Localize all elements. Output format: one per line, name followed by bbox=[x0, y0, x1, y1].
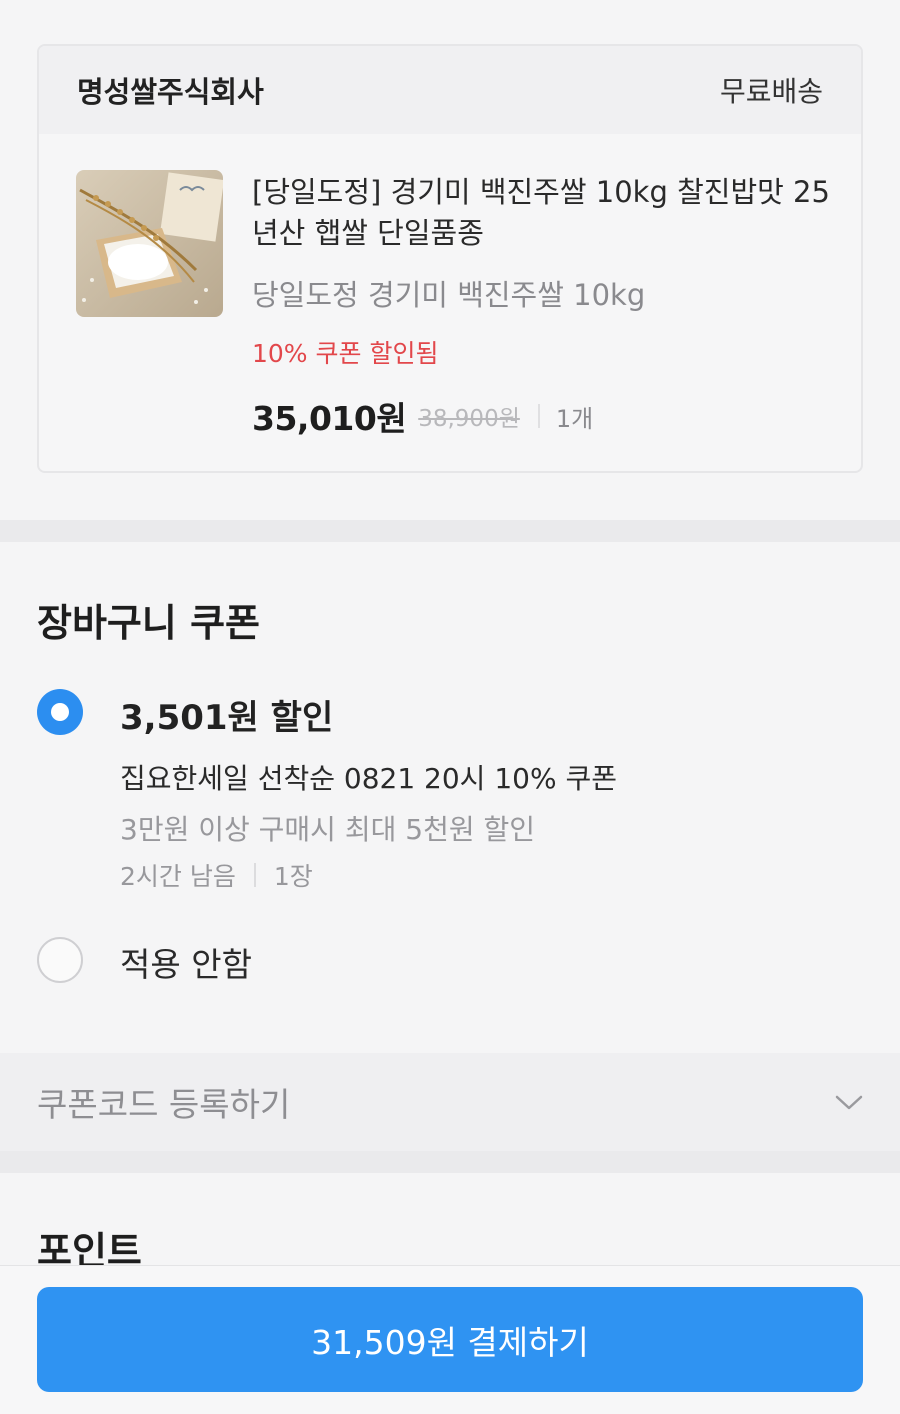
product-title[interactable]: [당일도정] 경기미 백진주쌀 10kg 찰진밥맛 25년산 햅쌀 단일품종 bbox=[252, 172, 842, 254]
coupon-radio-selected[interactable] bbox=[37, 689, 83, 735]
quantity: 1개 bbox=[555, 404, 594, 433]
seller-card: 명성쌀주식회사 무료배송 [당일도정] 경기미 백진주쌀 10kg 찰진밥맛 2… bbox=[37, 44, 863, 473]
bottom-bar: 31,509원 결제하기 bbox=[0, 1265, 900, 1414]
coupon-meta: 2시간 남음 1장 bbox=[120, 857, 313, 893]
coupon-condition: 3만원 이상 구매시 최대 5천원 할인 bbox=[120, 813, 536, 846]
sale-price: 35,010원 bbox=[252, 399, 407, 438]
divider bbox=[253, 863, 256, 887]
section-divider bbox=[0, 1151, 900, 1173]
chevron-down-icon bbox=[835, 1095, 863, 1110]
product-option: 당일도정 경기미 백진주쌀 10kg bbox=[252, 278, 646, 312]
coupon-count: 1장 bbox=[273, 862, 313, 891]
coupon-code-label: 쿠폰코드 등록하기 bbox=[37, 1085, 291, 1124]
price-row: 35,010원 38,900원 1개 bbox=[252, 392, 593, 440]
shipping-badge: 무료배송 bbox=[719, 75, 823, 108]
coupon-code-toggle[interactable]: 쿠폰코드 등록하기 bbox=[0, 1053, 900, 1151]
coupon-applied-label: 10% 쿠폰 할인됨 bbox=[252, 339, 439, 368]
seller-header: 명성쌀주식회사 무료배송 bbox=[39, 46, 861, 134]
section-divider bbox=[0, 520, 900, 542]
product-item: [당일도정] 경기미 백진주쌀 10kg 찰진밥맛 25년산 햅쌀 단일품종 당… bbox=[39, 134, 861, 471]
product-thumbnail[interactable] bbox=[76, 170, 223, 317]
coupon-none-label[interactable]: 적용 안함 bbox=[120, 938, 252, 986]
pay-button[interactable]: 31,509원 결제하기 bbox=[37, 1287, 863, 1392]
original-price: 38,900원 bbox=[418, 406, 520, 432]
seller-name: 명성쌀주식회사 bbox=[77, 75, 264, 109]
cart-coupon-title: 장바구니 쿠폰 bbox=[37, 601, 260, 645]
divider bbox=[537, 404, 540, 428]
coupon-time-left: 2시간 남음 bbox=[120, 862, 236, 891]
coupon-name: 집요한세일 선착순 0821 20시 10% 쿠폰 bbox=[120, 762, 617, 795]
coupon-discount[interactable]: 3,501원 할인 bbox=[120, 690, 333, 739]
coupon-radio-none[interactable] bbox=[37, 937, 83, 983]
